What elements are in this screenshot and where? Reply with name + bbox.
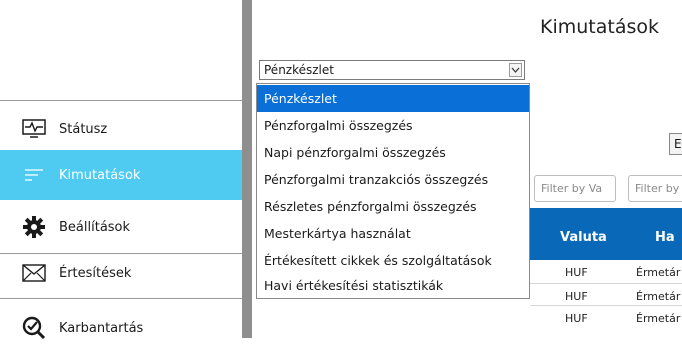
column-header-valuta[interactable]: Valuta bbox=[560, 230, 607, 245]
dropdown-option[interactable]: Pénzkészlet bbox=[257, 85, 529, 112]
sidebar-item-label: Kimutatások bbox=[59, 167, 141, 183]
filter-valuta-input[interactable]: Filter by Va bbox=[534, 175, 616, 202]
sidebar-item-reports[interactable]: Kimutatások bbox=[0, 150, 242, 200]
export-button[interactable]: Ex bbox=[669, 133, 682, 155]
row-divider bbox=[530, 305, 682, 306]
sidebar-divider bbox=[0, 100, 242, 101]
table-cell: Érmetár bbox=[636, 290, 681, 303]
maintenance-check-icon bbox=[21, 316, 47, 340]
sidebar: Státusz Kimutatások Beállítások Értesíté… bbox=[0, 0, 242, 340]
gear-icon bbox=[21, 216, 47, 238]
sidebar-divider bbox=[0, 298, 242, 299]
sidebar-item-status[interactable]: Státusz bbox=[0, 104, 242, 154]
dropdown-option[interactable]: Pénzforgalmi összegzés bbox=[257, 112, 529, 139]
dropdown-option[interactable]: Mesterkártya használat bbox=[257, 220, 529, 247]
sidebar-item-label: Karbantartás bbox=[59, 320, 144, 336]
table-cell: HUF bbox=[565, 290, 588, 303]
report-lines-icon bbox=[21, 164, 47, 186]
filter-second-input[interactable]: Filter by bbox=[628, 175, 682, 202]
sidebar-item-maintenance[interactable]: Karbantartás bbox=[0, 303, 242, 353]
dropdown-option[interactable]: Napi pénzforgalmi összegzés bbox=[257, 139, 529, 166]
chevron-down-icon[interactable] bbox=[509, 63, 522, 77]
report-type-value: Pénzkészlet bbox=[264, 63, 334, 77]
report-type-select[interactable]: Pénzkészlet bbox=[259, 60, 525, 80]
table-cell: Érmetár bbox=[636, 312, 681, 325]
table-cell: HUF bbox=[565, 266, 588, 279]
dropdown-option[interactable]: Részletes pénzforgalmi összegzés bbox=[257, 193, 529, 220]
sidebar-item-label: Beállítások bbox=[59, 219, 131, 235]
row-divider bbox=[530, 283, 682, 284]
dropdown-option[interactable]: Pénzforgalmi tranzakciós összegzés bbox=[257, 166, 529, 193]
table-cell: HUF bbox=[565, 312, 588, 325]
report-type-dropdown: Pénzkészlet Pénzforgalmi összegzés Napi … bbox=[256, 83, 530, 299]
table-cell: Érmetár bbox=[636, 266, 681, 279]
sidebar-item-notifications[interactable]: Értesítések bbox=[0, 248, 242, 298]
sidebar-item-label: Értesítések bbox=[59, 265, 132, 281]
envelope-icon bbox=[21, 262, 47, 284]
sidebar-item-settings[interactable]: Beállítások bbox=[0, 202, 242, 252]
status-monitor-icon bbox=[21, 118, 47, 140]
splitter-bar[interactable] bbox=[242, 0, 252, 338]
page-title: Kimutatások bbox=[540, 16, 660, 38]
dropdown-option[interactable]: Értékesített cikkek és szolgáltatások bbox=[257, 247, 529, 274]
sidebar-item-label: Státusz bbox=[59, 121, 108, 137]
dropdown-option[interactable]: Havi értékesítési statisztikák bbox=[257, 272, 529, 299]
column-header-second[interactable]: Ha bbox=[655, 230, 675, 245]
